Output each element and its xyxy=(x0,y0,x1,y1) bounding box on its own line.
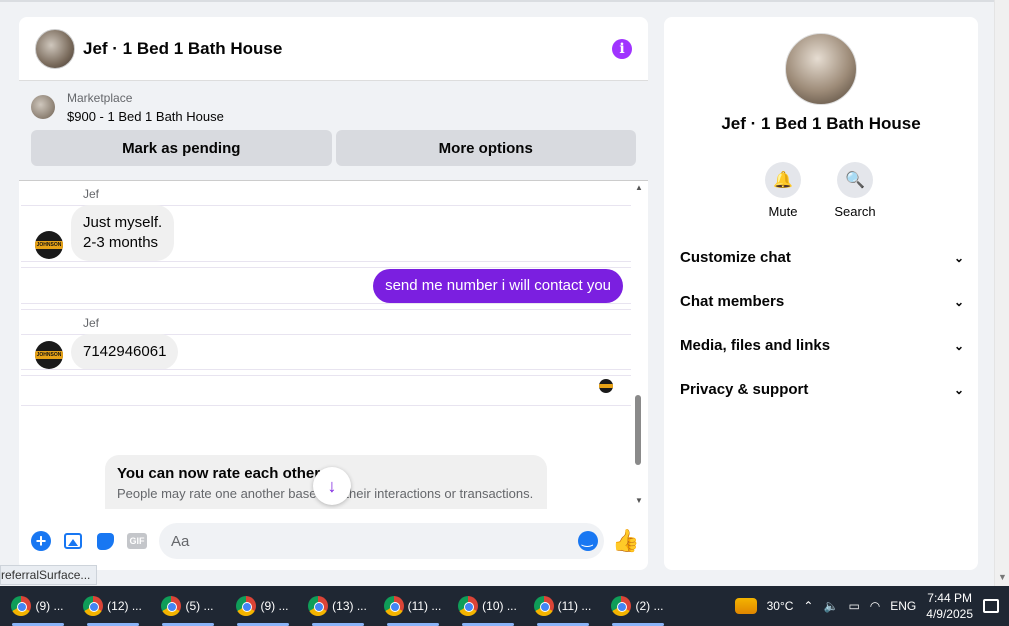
top-divider xyxy=(0,0,994,2)
clock[interactable]: 7:44 PM 4/9/2025 xyxy=(926,590,973,622)
sender-avatar[interactable]: JOHNSON xyxy=(35,231,63,259)
message-line: 2-3 months xyxy=(83,234,159,251)
message-scrollbar[interactable]: ▲ ▼ xyxy=(633,183,645,505)
message-input-wrap xyxy=(159,523,604,559)
section-label: Media, files and links xyxy=(680,337,831,354)
language-indicator[interactable]: ENG xyxy=(890,599,916,613)
row-divider xyxy=(21,309,631,310)
wifi-icon[interactable]: ◠ xyxy=(870,599,880,613)
message-list[interactable]: Jef JOHNSON Just myself. 2-3 months send… xyxy=(19,179,648,509)
row-divider xyxy=(21,303,631,304)
marketplace-label: Marketplace xyxy=(67,91,133,105)
privacy-support-section[interactable]: Privacy & support ⌄ xyxy=(680,381,964,398)
message-composer: + GIF 👍 xyxy=(19,512,648,570)
incoming-message[interactable]: Just myself. 2-3 months xyxy=(71,205,175,261)
row-divider xyxy=(21,369,631,370)
taskbar-chrome-window[interactable]: (5) ... xyxy=(150,586,225,626)
message-line: Just myself. xyxy=(83,214,163,231)
scrollbar-thumb[interactable] xyxy=(635,395,641,465)
row-divider xyxy=(21,261,631,262)
taskbar-chrome-window[interactable]: (9) ... xyxy=(225,586,300,626)
photo-icon[interactable] xyxy=(57,525,89,557)
chrome-icon xyxy=(383,596,404,616)
incoming-message[interactable]: 7142946061 xyxy=(71,334,179,370)
battery-icon[interactable]: ▭ xyxy=(848,599,859,613)
scroll-to-bottom-button[interactable]: ↓ xyxy=(313,467,351,505)
chat-title[interactable]: Jef · 1 Bed 1 Bath House xyxy=(83,39,612,59)
chrome-icon xyxy=(611,596,632,616)
search-label: Search xyxy=(834,204,876,219)
taskbar-chrome-window[interactable]: (10) ... xyxy=(450,586,525,626)
sender-name: Jef xyxy=(83,316,100,330)
row-divider xyxy=(21,267,631,268)
outgoing-message[interactable]: send me number i will contact you xyxy=(373,269,623,303)
mark-as-pending-button[interactable]: Mark as pending xyxy=(31,130,332,166)
taskbar-chrome-window[interactable]: (9) ... xyxy=(0,586,75,626)
listing-avatar-large[interactable] xyxy=(785,33,857,105)
chevron-down-icon: ⌄ xyxy=(953,382,964,397)
chevron-up-icon[interactable]: ⌃ xyxy=(803,599,813,613)
bell-icon[interactable]: 🔔 xyxy=(765,162,801,198)
chrome-icon xyxy=(161,596,182,616)
taskbar-chrome-window[interactable]: (2) ... xyxy=(600,586,675,626)
taskbar-chrome-window[interactable]: (11) ... xyxy=(525,586,600,626)
row-divider xyxy=(21,375,631,376)
sticker-icon[interactable] xyxy=(89,525,121,557)
section-label: Chat members xyxy=(680,293,785,310)
taskbar-chrome-window[interactable]: (12) ... xyxy=(75,586,150,626)
chrome-icon xyxy=(308,596,329,616)
volume-icon[interactable]: 🔈 xyxy=(823,599,838,613)
mute-label: Mute xyxy=(768,204,798,219)
section-label: Customize chat xyxy=(680,249,791,266)
windows-taskbar: (9) ... (12) ... (5) ... (9) ... (13) ..… xyxy=(0,586,1009,626)
mute-action[interactable]: 🔔 Mute xyxy=(748,162,818,219)
chat-info-panel: Jef · 1 Bed 1 Bath House 🔔 Mute 🔍 Search… xyxy=(664,17,978,570)
url-tooltip: referralSurface... xyxy=(0,565,98,585)
listing-avatar[interactable] xyxy=(35,28,75,69)
taskbar-chrome-window[interactable]: (11) ... xyxy=(375,586,450,626)
system-tray: 30°C ⌃ 🔈 ▭ ◠ ENG 7:44 PM 4/9/2025 xyxy=(734,590,1009,622)
thumbs-up-icon[interactable]: 👍 xyxy=(610,525,642,557)
more-options-button[interactable]: More options xyxy=(335,130,636,166)
sender-name: Jef xyxy=(83,187,100,201)
search-action[interactable]: 🔍 Search xyxy=(820,162,890,219)
chrome-icon xyxy=(11,596,32,616)
scroll-up-arrow-icon[interactable]: ▲ xyxy=(635,183,643,192)
chat-panel: Jef · 1 Bed 1 Bath House i Marketplace $… xyxy=(19,17,648,570)
media-files-links-section[interactable]: Media, files and links ⌄ xyxy=(680,337,964,354)
info-icon[interactable]: i xyxy=(612,38,632,59)
emoji-icon[interactable] xyxy=(578,531,598,551)
time: 7:44 PM xyxy=(927,591,972,605)
chrome-icon xyxy=(533,596,554,616)
listing-thumbnail[interactable] xyxy=(31,95,55,119)
add-icon[interactable]: + xyxy=(25,525,57,557)
scroll-down-arrow-icon[interactable]: ▼ xyxy=(998,572,1007,582)
gif-icon[interactable]: GIF xyxy=(121,525,153,557)
date: 4/9/2025 xyxy=(926,607,973,621)
sender-avatar[interactable]: JOHNSON xyxy=(35,341,63,369)
scroll-down-arrow-icon[interactable]: ▼ xyxy=(635,496,643,505)
taskbar-chrome-window[interactable]: (13) ... xyxy=(300,586,375,626)
notification-icon[interactable] xyxy=(983,599,999,613)
chrome-icon xyxy=(458,596,479,616)
chrome-icon xyxy=(236,596,257,616)
temperature[interactable]: 30°C xyxy=(767,599,794,613)
listing-title[interactable]: $900 - 1 Bed 1 Bath House xyxy=(67,109,224,124)
customize-chat-section[interactable]: Customize chat ⌄ xyxy=(680,249,964,266)
weather-icon[interactable] xyxy=(734,598,757,614)
seen-receipt-avatar xyxy=(599,379,613,393)
section-label: Privacy & support xyxy=(680,381,809,398)
chat-members-section[interactable]: Chat members ⌄ xyxy=(680,293,964,310)
chat-header: Jef · 1 Bed 1 Bath House i xyxy=(19,17,648,81)
search-icon[interactable]: 🔍 xyxy=(837,162,873,198)
chevron-down-icon: ⌄ xyxy=(953,338,964,353)
chevron-down-icon: ⌄ xyxy=(953,250,964,265)
marketplace-banner: Marketplace $900 - 1 Bed 1 Bath House Ma… xyxy=(19,81,648,181)
page-scrollbar[interactable]: ▼ xyxy=(994,0,1009,586)
message-input[interactable] xyxy=(171,532,578,550)
side-title: Jef · 1 Bed 1 Bath House xyxy=(721,114,921,133)
row-divider xyxy=(21,405,631,406)
chevron-down-icon: ⌄ xyxy=(953,294,964,309)
chrome-icon xyxy=(83,596,104,616)
